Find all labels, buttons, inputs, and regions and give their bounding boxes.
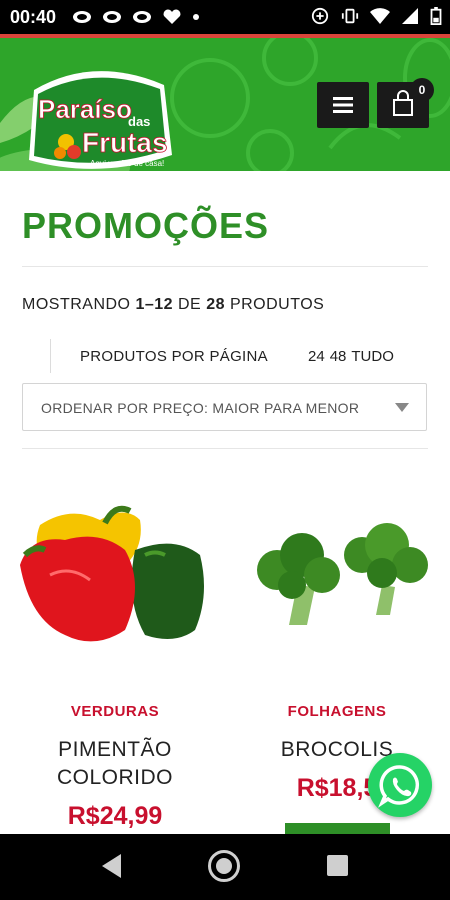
result-count-suffix: PRODUTOS <box>229 296 325 313</box>
product-image-broccoli[interactable] <box>242 495 432 660</box>
per-page-option-24[interactable]: 24 <box>308 348 325 365</box>
paraiso-das-frutas-logo[interactable]: Paraíso das Frutas Aqui você é de casa! <box>24 60 174 170</box>
whatsapp-button[interactable] <box>368 753 432 817</box>
products-per-page-options: 24 48 TUDO <box>308 348 394 365</box>
per-page-option-all[interactable]: TUDO <box>351 348 394 365</box>
eye-icon <box>103 11 121 23</box>
eye-icon <box>73 11 91 23</box>
dot-icon <box>193 14 199 20</box>
home-icon[interactable] <box>208 850 240 882</box>
vibrate-icon <box>341 8 359 24</box>
logo-tagline: Aqui você é de casa! <box>90 159 164 168</box>
notification-icons <box>72 8 200 26</box>
per-page-option-48[interactable]: 48 <box>330 348 347 365</box>
site-header: Paraíso das Frutas Aqui você é de casa! <box>0 38 450 171</box>
logo-word-paraiso: Paraíso <box>38 94 132 124</box>
logo-word-frutas: Frutas <box>82 127 168 158</box>
product-card[interactable]: VERDURAS PIMENTÃO COLORIDO R$24,99 <box>20 495 210 831</box>
products-per-page-label: PRODUTOS POR PÁGINA <box>80 348 268 365</box>
whatsapp-icon <box>378 765 420 808</box>
signal-icon <box>402 8 418 24</box>
menu-button[interactable] <box>317 82 369 128</box>
divider <box>22 266 428 267</box>
sort-select[interactable]: ORDENAR POR PREÇO: MAIOR PARA MENOR <box>22 383 427 431</box>
wifi-icon <box>370 8 390 24</box>
result-count-total: 28 <box>206 296 225 313</box>
hamburger-menu-icon <box>333 97 353 113</box>
recent-apps-icon[interactable] <box>327 855 348 876</box>
products-per-page: PRODUTOS POR PÁGINA 24 48 TUDO <box>50 339 431 373</box>
result-count-range: 1–12 <box>135 296 174 313</box>
product-price: R$24,99 <box>67 802 163 830</box>
page-title: PROMOÇÕES <box>22 205 270 246</box>
system-icons <box>310 7 442 25</box>
chevron-down-icon <box>395 403 409 412</box>
result-count-prefix: MOSTRANDO <box>22 296 131 313</box>
eye-icon <box>133 11 151 23</box>
back-icon[interactable] <box>102 854 121 878</box>
status-time: 00:40 <box>10 7 57 27</box>
heart-icon <box>163 9 181 24</box>
product-name[interactable]: PIMENTÃO COLORIDO <box>20 736 210 792</box>
result-count: MOSTRANDO 1–12 DE 28 PRODUTOS <box>22 296 324 314</box>
result-count-of: DE <box>178 296 202 313</box>
divider <box>22 448 428 449</box>
system-navigation-bar <box>0 834 450 900</box>
data-saver-icon <box>311 7 329 25</box>
product-category[interactable]: VERDURAS <box>20 703 210 720</box>
product-category[interactable]: FOLHAGENS <box>242 703 432 720</box>
cart-count-badge: 0 <box>410 78 434 102</box>
battery-icon <box>430 7 442 25</box>
product-image-bell-peppers[interactable] <box>20 495 210 660</box>
sort-select-value: ORDENAR POR PREÇO: MAIOR PARA MENOR <box>41 400 360 416</box>
status-bar: 00:40 <box>0 0 450 34</box>
